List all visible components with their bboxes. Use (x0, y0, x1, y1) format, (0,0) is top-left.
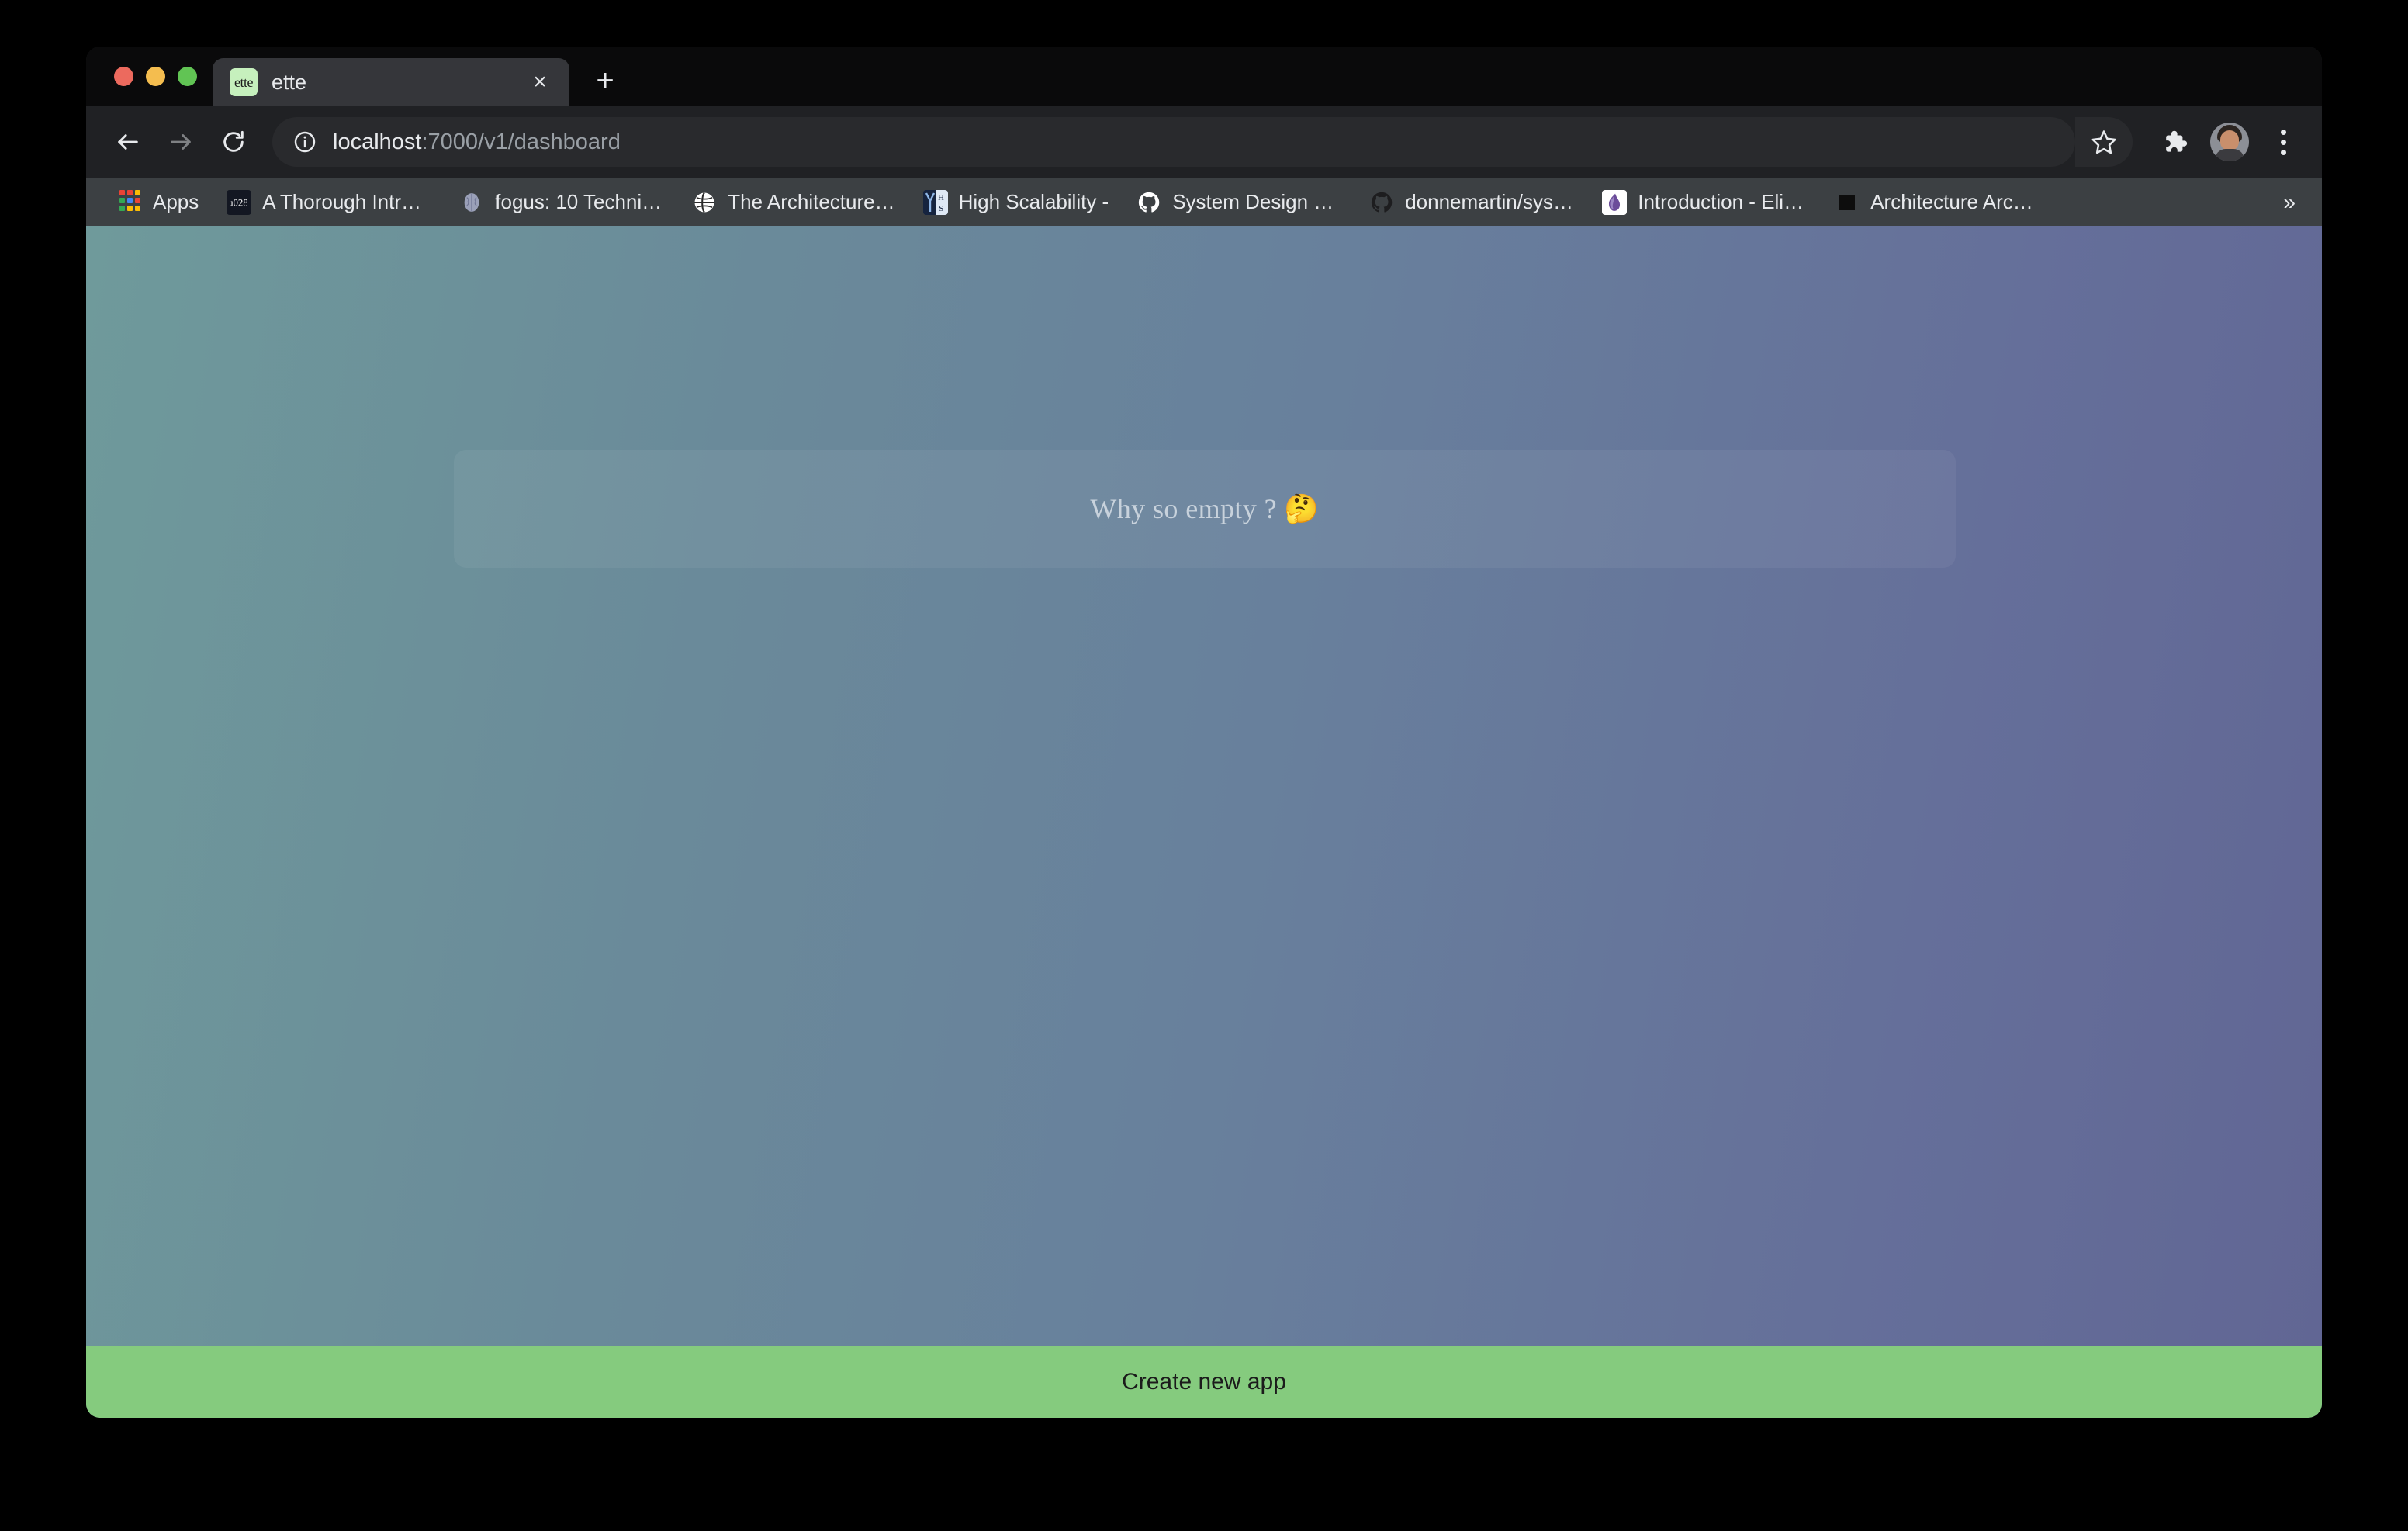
svg-text:(\u028c): (\u028c) (230, 197, 247, 208)
bookmark-label: A Thorough Introd… (262, 190, 431, 214)
globe-icon (692, 190, 717, 215)
window-traffic-lights (86, 47, 213, 106)
black-square-glyph (1839, 195, 1855, 210)
apps-grid-icon (117, 190, 142, 215)
svg-text:H: H (938, 193, 944, 202)
globe-icon-glyph (693, 191, 716, 214)
bookmark-label: donnemartin/syst… (1405, 190, 1574, 214)
info-circle-icon[interactable] (292, 130, 317, 154)
tab-favicon-icon: ette (230, 68, 258, 96)
bookmark-label: Introduction - Elixi… (1638, 190, 1807, 214)
avatar-face (2220, 130, 2239, 150)
bookmark-label: The Architecture… (728, 190, 894, 214)
brain-icon-glyph (460, 191, 483, 214)
three-dot-menu-icon (2281, 130, 2286, 135)
maximize-window-button[interactable] (178, 67, 197, 86)
bookmark-architecture-archi[interactable]: Architecture Archi… (1821, 185, 2053, 220)
flame-badge-icon: (\u028c) (227, 190, 251, 215)
bookmark-label: fogus: 10 Technic… (495, 190, 664, 214)
high-scalability-icon-glyph: H S (923, 190, 948, 215)
tab-title: ette (272, 71, 510, 95)
extensions-button[interactable] (2150, 118, 2198, 166)
elixir-drop-icon-glyph (1604, 192, 1624, 213)
create-new-app-label: Create new app (1122, 1369, 1286, 1395)
bookmarks-overflow-button[interactable]: » (2271, 190, 2308, 215)
github-icon-glyph (1137, 191, 1161, 214)
bookmark-page-button[interactable] (2075, 117, 2133, 167)
url-host: localhost (333, 130, 421, 154)
brain-icon (459, 190, 484, 215)
bookmark-label: Architecture Archi… (1870, 190, 2040, 214)
github-icon (1369, 190, 1394, 215)
high-scalability-icon: H S (923, 190, 948, 215)
browser-window: ette ette × + localhost:7000/v1 (86, 47, 2322, 1418)
github-icon-glyph (1370, 191, 1393, 214)
flame-badge-icon-glyph: (\u028c) (230, 194, 247, 211)
url-path: :7000/v1/dashboard (421, 130, 620, 154)
bookmark-fogus[interactable]: fogus: 10 Technic… (445, 185, 678, 220)
profile-avatar[interactable] (2210, 123, 2249, 161)
back-arrow-icon (115, 129, 141, 155)
minimize-window-button[interactable] (146, 67, 165, 86)
elixir-drop-icon (1602, 190, 1627, 215)
page-viewport: Why so empty ? 🤔 Create new app (86, 226, 2322, 1418)
close-window-button[interactable] (114, 67, 133, 86)
tab-strip: ette ette × + (86, 47, 2322, 106)
bookmark-the-architecture[interactable]: The Architecture… (678, 185, 908, 220)
bookmarks-bar: Apps (\u028c) A Thorough Introd… fogus: … (86, 178, 2322, 226)
empty-state-message: Why so empty ? 🤔 (454, 450, 1956, 568)
avatar-body (2215, 149, 2244, 161)
bookmark-label: System Design Ch… (1172, 190, 1341, 214)
browser-tab-ette[interactable]: ette ette × (213, 58, 569, 106)
create-new-app-button[interactable]: Create new app (86, 1346, 2322, 1418)
address-bar[interactable]: localhost:7000/v1/dashboard (272, 117, 2075, 167)
puzzle-piece-icon (2159, 127, 2188, 157)
bookmark-a-thorough-introduction[interactable]: (\u028c) A Thorough Introd… (213, 185, 445, 220)
empty-state-card: Why so empty ? 🤔 (454, 450, 1956, 568)
star-icon (2090, 128, 2118, 156)
github-icon (1137, 190, 1161, 215)
three-dot-menu-icon (2281, 140, 2286, 145)
black-square-icon (1835, 190, 1860, 215)
bookmark-introduction-elixir[interactable]: Introduction - Elixi… (1588, 185, 1821, 220)
browser-toolbar: localhost:7000/v1/dashboard (86, 106, 2322, 178)
close-tab-icon[interactable]: × (524, 67, 555, 98)
back-button[interactable] (102, 116, 154, 168)
three-dot-menu-icon (2281, 150, 2286, 155)
browser-menu-button[interactable] (2261, 118, 2305, 166)
reload-button[interactable] (207, 116, 260, 168)
bookmark-donnemartin-system[interactable]: donnemartin/syst… (1355, 185, 1588, 220)
svg-text:S: S (939, 204, 943, 213)
bookmark-high-scalability[interactable]: H S High Scalability - (909, 185, 1123, 220)
forward-button[interactable] (154, 116, 207, 168)
bookmark-label: High Scalability - (959, 190, 1109, 214)
bookmark-system-design-ch[interactable]: System Design Ch… (1123, 185, 1355, 220)
bookmark-apps[interactable]: Apps (103, 185, 213, 220)
forward-arrow-icon (168, 129, 194, 155)
address-bar-url[interactable]: localhost:7000/v1/dashboard (333, 130, 621, 155)
bookmark-label: Apps (153, 190, 199, 214)
reload-icon (220, 129, 247, 155)
new-tab-button[interactable]: + (583, 60, 627, 103)
